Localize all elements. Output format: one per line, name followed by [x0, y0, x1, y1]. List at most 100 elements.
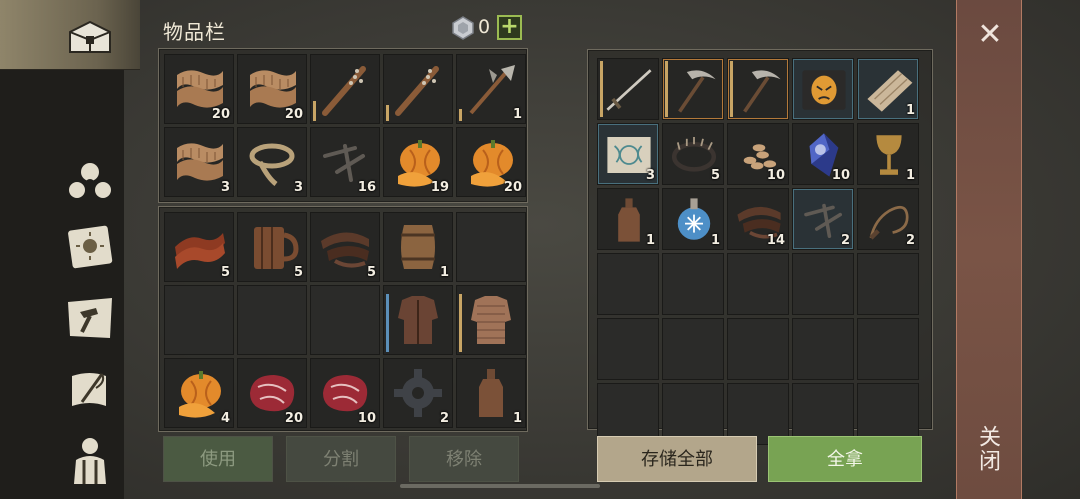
item-quantity: 10: [357, 411, 376, 426]
item-slot[interactable]: [456, 285, 526, 355]
empty-slot[interactable]: [597, 318, 659, 380]
item-slot[interactable]: 20: [237, 358, 307, 428]
scroll-indicator: [400, 484, 600, 488]
empty-slot[interactable]: [237, 285, 307, 355]
durability-bar: [665, 61, 668, 117]
empty-slot[interactable]: [662, 253, 724, 315]
item-slot[interactable]: 10: [792, 123, 854, 185]
item-slot[interactable]: 3: [597, 123, 659, 185]
item-slot[interactable]: 2: [383, 358, 453, 428]
item-slot[interactable]: 19: [383, 127, 453, 197]
add-currency-button[interactable]: +: [497, 15, 522, 40]
empty-slot[interactable]: [792, 318, 854, 380]
gem-count: 0: [478, 16, 491, 38]
item-slot[interactable]: 10: [727, 123, 789, 185]
item-slot[interactable]: 1: [857, 58, 919, 120]
item-slot[interactable]: 14: [727, 188, 789, 250]
inventory-title: 物品栏: [163, 20, 226, 44]
spiked-club-icon: [395, 66, 439, 116]
item-quantity: 5: [293, 265, 303, 280]
empty-slot[interactable]: [164, 285, 234, 355]
scroll-quill-icon[interactable]: [62, 362, 118, 418]
item-slot[interactable]: 1: [597, 188, 659, 250]
hammer-map-icon[interactable]: [62, 290, 118, 346]
item-quantity: 20: [503, 180, 522, 195]
item-slot[interactable]: 10: [310, 358, 380, 428]
item-slot[interactable]: 5: [164, 212, 234, 282]
empty-slot[interactable]: [727, 318, 789, 380]
empty-slot[interactable]: [597, 253, 659, 315]
chest-icon[interactable]: [62, 8, 118, 64]
mask-book-icon: [802, 70, 846, 110]
item-quantity: 1: [710, 233, 720, 248]
item-slot[interactable]: 5: [662, 123, 724, 185]
take-all-button[interactable]: 全拿: [768, 436, 922, 482]
sidebar: [0, 0, 140, 499]
item-quantity: 3: [645, 168, 655, 183]
close-panel[interactable]: ✕ 关闭: [956, 0, 1022, 499]
sun-book-icon[interactable]: [62, 218, 118, 274]
empty-slot[interactable]: [727, 253, 789, 315]
item-slot[interactable]: 5: [237, 212, 307, 282]
durability-bar: [459, 294, 462, 352]
remove-button[interactable]: 移除: [409, 436, 519, 482]
chainmail-icon: [471, 296, 511, 344]
item-quantity: 2: [439, 411, 449, 426]
item-slot[interactable]: 1: [456, 358, 526, 428]
pickaxe-icon: [678, 70, 716, 113]
item-slot[interactable]: 3: [164, 127, 234, 197]
item-quantity: 5: [220, 265, 230, 280]
item-slot[interactable]: 3: [237, 127, 307, 197]
store-all-button[interactable]: 存储全部: [597, 436, 757, 482]
empty-slot[interactable]: [310, 285, 380, 355]
item-slot[interactable]: 1: [857, 123, 919, 185]
item-slot[interactable]: 1: [662, 188, 724, 250]
item-slot[interactable]: 5: [310, 212, 380, 282]
inventory-main: 20 20 1 3 3 16 19 20: [158, 48, 528, 203]
item-quantity: 1: [439, 265, 449, 280]
close-icon[interactable]: ✕: [973, 18, 1007, 52]
item-quantity: 20: [284, 107, 303, 122]
inventory-secondary: 5 5 5 1 4 20 10 2 1: [158, 206, 528, 432]
item-quantity: 2: [905, 233, 915, 248]
sword-icon: [606, 69, 652, 111]
survivor-icon[interactable]: [62, 432, 118, 488]
close-label[interactable]: 关闭: [975, 425, 1003, 473]
item-slot[interactable]: [727, 58, 789, 120]
item-quantity: 2: [840, 233, 850, 248]
storage-container: 1 3 5 10 10 1 1 1 14 2 2: [587, 49, 933, 445]
use-button[interactable]: 使用: [163, 436, 273, 482]
item-slot[interactable]: [310, 54, 380, 124]
item-slot[interactable]: 20: [237, 54, 307, 124]
item-slot[interactable]: [597, 58, 659, 120]
durability-bar: [386, 105, 389, 121]
item-slot[interactable]: 1: [383, 212, 453, 282]
cluster-icon[interactable]: [62, 150, 118, 206]
empty-slot[interactable]: [792, 253, 854, 315]
empty-slot[interactable]: [857, 318, 919, 380]
pickaxe-icon: [743, 70, 781, 113]
item-slot[interactable]: 1: [456, 54, 526, 124]
item-slot[interactable]: 16: [310, 127, 380, 197]
split-button[interactable]: 分割: [286, 436, 396, 482]
item-slot[interactable]: 20: [164, 54, 234, 124]
item-slot[interactable]: 2: [857, 188, 919, 250]
item-slot[interactable]: [383, 54, 453, 124]
durability-bar: [459, 109, 462, 121]
empty-slot[interactable]: [456, 212, 526, 282]
item-quantity: 16: [357, 180, 376, 195]
inventory-main-grid: 20 20 1 3 3 16 19 20: [164, 54, 526, 197]
item-quantity: 3: [220, 180, 230, 195]
empty-slot[interactable]: [857, 253, 919, 315]
item-slot[interactable]: [383, 285, 453, 355]
item-quantity: 1: [645, 233, 655, 248]
item-quantity: 20: [284, 411, 303, 426]
item-slot[interactable]: 20: [456, 127, 526, 197]
item-slot[interactable]: 2: [792, 188, 854, 250]
item-slot[interactable]: 4: [164, 358, 234, 428]
item-slot[interactable]: [662, 58, 724, 120]
item-quantity: 14: [766, 233, 785, 248]
item-slot[interactable]: [792, 58, 854, 120]
item-quantity: 19: [430, 180, 449, 195]
empty-slot[interactable]: [662, 318, 724, 380]
